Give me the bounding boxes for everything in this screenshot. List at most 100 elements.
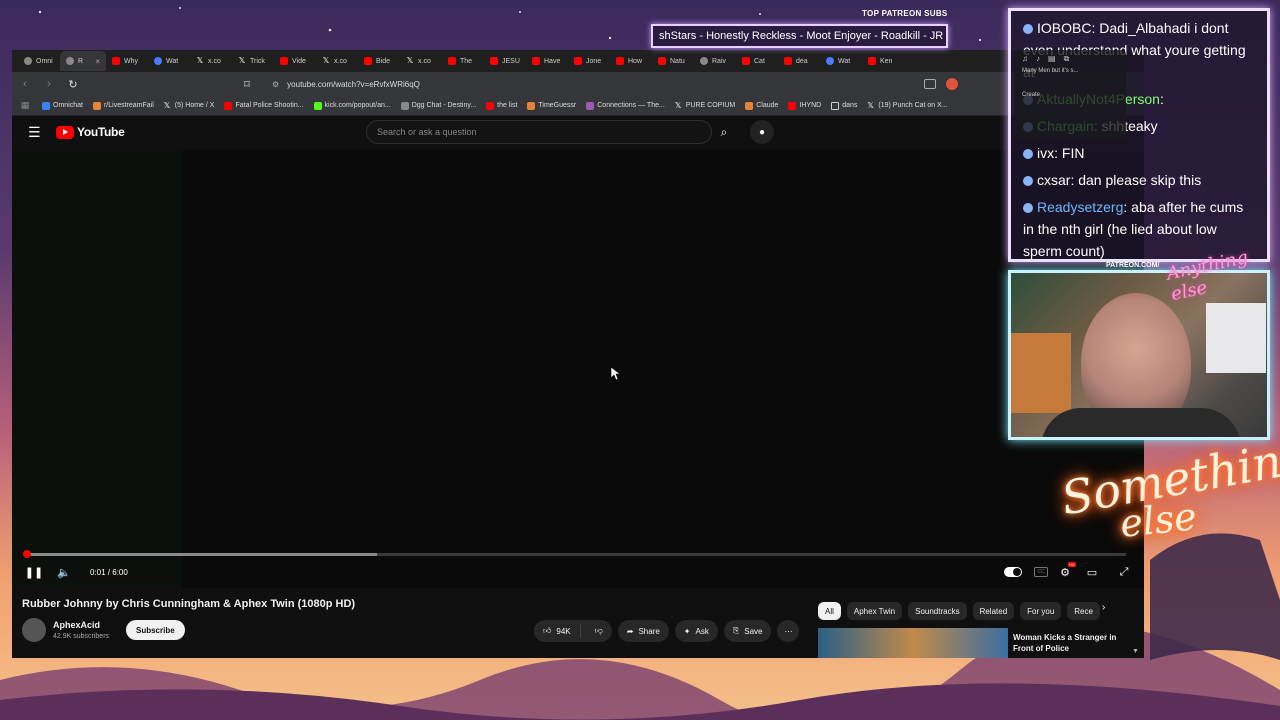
youtube-icon [574, 57, 582, 65]
browser-tab[interactable]: Cat [736, 51, 778, 71]
site-info-icon[interactable]: ⚙ [272, 80, 279, 89]
scroll-down-icon[interactable]: ▼ [1132, 648, 1139, 655]
chat-username[interactable]: Readysetzerg [1037, 199, 1123, 215]
bookmark-icon[interactable]: ⌑ [240, 78, 254, 91]
bookmark-item[interactable]: IHYND [788, 101, 821, 110]
youtube-icon [448, 57, 456, 65]
progress-bar[interactable] [23, 550, 1126, 558]
more-actions-button[interactable]: ⋯ [777, 620, 800, 642]
chevron-right-icon[interactable]: › [1102, 602, 1105, 613]
music-icon-2[interactable]: ♪ [1036, 54, 1040, 64]
bookmark-item[interactable]: Fatal Police Shootin... [224, 101, 304, 110]
browser-tab[interactable]: Raiv [694, 51, 736, 71]
popout-icon[interactable]: ⧉ [1064, 54, 1070, 64]
browser-tab[interactable]: Wat [820, 51, 862, 71]
apps-icon[interactable]: ▦ [18, 100, 32, 111]
recommended-video-title[interactable]: Woman Kicks a Stranger in Front of Polic… [1013, 632, 1133, 654]
share-button[interactable]: ➦ Share [617, 620, 669, 642]
bookmark-item[interactable]: 𝕏 (19) Punch Cat on X... [867, 101, 947, 110]
browser-tab[interactable]: 𝕏x.co [190, 51, 232, 71]
subscribe-button[interactable]: Subscribe [126, 620, 185, 640]
tab-label: Have [544, 57, 561, 65]
settings-icon[interactable]: ⚙ HD [1060, 561, 1076, 579]
theater-mode-icon[interactable]: ▭ [1082, 566, 1102, 579]
microphone-icon[interactable]: ● [750, 120, 774, 144]
filter-chip[interactable]: Soundtracks [908, 602, 967, 620]
ask-button[interactable]: ✦ Ask [674, 620, 718, 642]
forward-icon[interactable]: › [42, 78, 56, 90]
browser-tab[interactable]: How [610, 51, 652, 71]
search-icon[interactable]: ⌕ [712, 120, 736, 144]
bookmark-item[interactable]: r/LivestreamFail [92, 101, 154, 110]
browser-tab[interactable]: Bide [358, 51, 400, 71]
reload-icon[interactable]: ↻ [66, 78, 80, 91]
browser-tab[interactable]: Vide [274, 51, 316, 71]
bookmark-item[interactable]: Dgg Chat - Destiny... [400, 101, 477, 110]
bookmark-item[interactable]: 𝕏 PURE COPIUM [675, 101, 735, 110]
chat-username[interactable]: ivx [1037, 145, 1054, 161]
bookmark-label: Omnichat [53, 102, 83, 109]
browser-tab[interactable]: The [442, 51, 484, 71]
fullscreen-icon[interactable]: ⤢ [1114, 566, 1134, 579]
x-logo-icon: 𝕏 [196, 56, 204, 65]
captions-icon[interactable]: CC [1034, 567, 1049, 577]
back-icon[interactable]: ‹ [18, 78, 32, 90]
filter-chip[interactable]: All [818, 602, 841, 620]
browser-tab[interactable]: dea [778, 51, 820, 71]
bookmark-item[interactable]: Omnichat [42, 101, 83, 110]
menu-icon[interactable]: ☰ [28, 124, 42, 141]
recommended-video-thumbnail[interactable] [818, 628, 1008, 658]
filter-chip[interactable]: Related [972, 602, 1015, 620]
bookmark-item[interactable]: Connections — The... [586, 101, 665, 110]
bookmark-item[interactable]: kick.com/popout/an... [313, 101, 391, 110]
browser-tab[interactable]: JESU [484, 51, 526, 71]
search-input[interactable]: Search or ask a question [366, 120, 712, 144]
bookmark-item[interactable]: Claude [745, 101, 778, 110]
calendar-icon[interactable]: ▤ [1048, 54, 1056, 64]
browser-tab[interactable]: 𝕏x.co [400, 51, 442, 71]
browser-tab[interactable]: Ken [862, 51, 904, 71]
bookmark-favicon [224, 101, 233, 110]
browser-tab[interactable]: Omni [18, 51, 60, 71]
popup-create-label[interactable]: Create [1014, 92, 1126, 98]
bookmark-label: Dgg Chat - Destiny... [411, 102, 477, 109]
video-frame-dark-region [12, 150, 182, 588]
music-icon[interactable]: ♫ [1022, 54, 1028, 64]
cast-icon[interactable] [924, 79, 936, 89]
address-bar[interactable]: ⚙ youtube.com/watch?v=eRvfxWRi6qQ [264, 75, 914, 93]
close-icon[interactable]: × [95, 57, 100, 66]
browser-tab[interactable]: Have [526, 51, 568, 71]
browser-tab[interactable]: Why [106, 51, 148, 71]
autoplay-toggle[interactable] [1004, 567, 1023, 577]
filter-chip[interactable]: For you [1020, 602, 1062, 620]
site-icon [24, 57, 32, 65]
browser-tab[interactable]: R × [60, 51, 106, 71]
like-button[interactable]: 👍︎ 94K [534, 624, 581, 638]
chat-text: : dan please skip this [1070, 172, 1202, 188]
channel-name[interactable]: AphexAcid [53, 620, 100, 630]
dislike-button[interactable]: 👎︎ [586, 626, 612, 636]
bookmark-item[interactable]: the list [486, 101, 517, 110]
bookmark-item[interactable]: 𝕏 (5) Home / X [164, 101, 215, 110]
browser-tab[interactable]: Jone [568, 51, 610, 71]
browser-tab[interactable]: Natu [652, 51, 694, 71]
tab-label: x.co [334, 57, 347, 65]
chat-username[interactable]: IOBOBC [1037, 20, 1091, 36]
volume-icon[interactable]: 🔈 [54, 566, 74, 579]
more-icon: ⋯ [784, 626, 793, 636]
bookmark-item[interactable]: TimeGuessr [527, 101, 576, 110]
youtube-logo[interactable]: YouTube [56, 125, 125, 139]
filter-chip[interactable]: Aphex Twin [846, 602, 903, 620]
channel-avatar[interactable] [22, 618, 46, 642]
browser-tab[interactable]: Wat [148, 51, 190, 71]
save-button[interactable]: ⎘ Save [723, 620, 772, 642]
filter-chip[interactable]: Rece [1067, 602, 1100, 620]
chat-username[interactable]: cxsar [1037, 172, 1070, 188]
bookmark-item[interactable]: dans [831, 101, 857, 110]
extension-icon[interactable] [946, 78, 958, 90]
pause-icon[interactable]: ❚❚ [24, 566, 44, 579]
video-player[interactable]: ❚❚ 🔈 0:01 / 6:00 CC ⚙ HD ▭ ⤢ [12, 150, 1144, 588]
browser-tab[interactable]: 𝕏x.co [316, 51, 358, 71]
chat-message: cxsar: dan please skip this [1023, 169, 1257, 191]
browser-tab[interactable]: 𝕏 Trick [232, 51, 274, 71]
